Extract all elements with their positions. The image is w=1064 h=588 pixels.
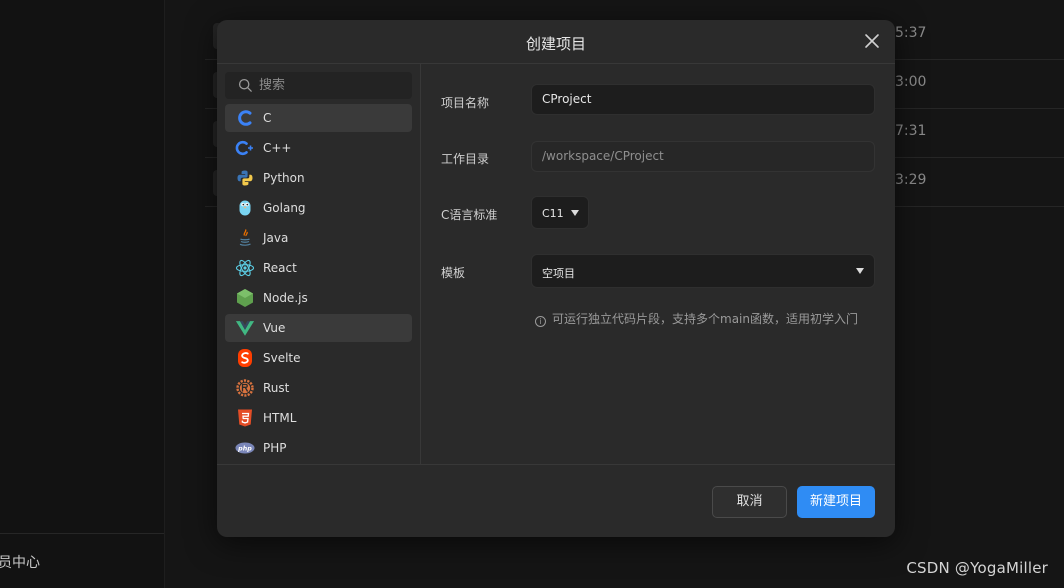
language-item-python[interactable]: Python (225, 164, 412, 192)
language-label: C++ (263, 141, 292, 155)
create-project-button[interactable]: 新建项目 (797, 486, 875, 518)
python-icon (235, 168, 255, 188)
project-time: 3:00 (895, 74, 927, 90)
project-form: 项目名称 CProject 工作目录 /workspace/CProject C… (421, 64, 895, 464)
language-label: Vue (263, 321, 286, 335)
language-search-input[interactable] (259, 76, 404, 95)
project-time: 3:29 (895, 172, 927, 188)
close-icon (865, 34, 879, 48)
language-item-php[interactable]: php PHP (225, 434, 412, 462)
template-value: 空项目 (542, 267, 575, 280)
language-label: Node.js (263, 291, 308, 305)
language-label: Python (263, 171, 305, 185)
c-standard-value: C11 (542, 207, 564, 220)
template-select[interactable]: 空项目 (531, 254, 875, 288)
language-item-react[interactable]: React (225, 254, 412, 282)
template-label: 模板 (441, 266, 466, 280)
create-project-dialog: 创建项目 C (217, 20, 895, 537)
vue-icon (235, 318, 255, 338)
rust-icon (235, 378, 255, 398)
svg-text:php: php (237, 445, 252, 452)
work-directory-label: 工作目录 (441, 152, 490, 166)
project-name-label: 项目名称 (441, 96, 490, 110)
close-button[interactable] (861, 30, 883, 52)
c-standard-select[interactable]: C11 (531, 196, 589, 229)
html5-icon (235, 408, 255, 428)
sidebar-member-center-item[interactable]: 员中心 (0, 552, 40, 572)
project-time: 7:31 (895, 123, 927, 139)
search-icon (238, 78, 252, 92)
background-sidebar: 员中心 (0, 0, 165, 588)
c-language-icon (235, 108, 255, 128)
chevron-down-icon (571, 210, 579, 216)
php-icon: php (235, 438, 255, 458)
language-label: Java (263, 231, 289, 245)
dialog-footer: 取消 新建项目 (217, 464, 895, 537)
language-item-vue[interactable]: Vue (225, 314, 412, 342)
language-label: Rust (263, 381, 290, 395)
language-label: PHP (263, 441, 287, 455)
language-item-cpp[interactable]: C++ (225, 134, 412, 162)
project-time: 5:37 (895, 25, 927, 41)
cancel-button[interactable]: 取消 (712, 486, 787, 518)
language-label: Golang (263, 201, 306, 215)
cpp-icon (235, 138, 255, 158)
sidebar-divider (0, 533, 164, 534)
language-item-html[interactable]: HTML (225, 404, 412, 432)
language-panel: C C++ Python (217, 64, 421, 464)
language-label: React (263, 261, 297, 275)
template-hint: i 可运行独立代码片段，支持多个main函数，适用初学入门 (535, 310, 858, 327)
dialog-header: 创建项目 (217, 20, 895, 64)
project-name-input[interactable]: CProject (531, 84, 875, 115)
golang-icon (235, 198, 255, 218)
info-icon: i (535, 316, 546, 327)
svelte-icon (235, 348, 255, 368)
template-hint-text: 可运行独立代码片段，支持多个main函数，适用初学入门 (552, 312, 858, 326)
watermark: CSDN @YogaMiller (906, 559, 1048, 577)
language-label: C (263, 111, 272, 125)
dialog-title: 创建项目 (525, 35, 586, 53)
language-item-nodejs[interactable]: Node.js (225, 284, 412, 312)
nodejs-icon (235, 288, 255, 308)
c-standard-label: C语言标准 (441, 208, 498, 222)
language-item-golang[interactable]: Golang (225, 194, 412, 222)
language-label: HTML (263, 411, 297, 425)
language-item-svelte[interactable]: Svelte (225, 344, 412, 372)
language-list: C C++ Python Golang Java React Node.js V… (225, 104, 412, 464)
language-item-java[interactable]: Java (225, 224, 412, 252)
java-icon (235, 228, 255, 248)
language-item-c[interactable]: C (225, 104, 412, 132)
language-label: Svelte (263, 351, 301, 365)
chevron-down-icon (856, 268, 864, 274)
work-directory-field: /workspace/CProject (531, 141, 875, 172)
language-item-rust[interactable]: Rust (225, 374, 412, 402)
react-icon (235, 258, 255, 278)
language-search-box (225, 72, 412, 99)
